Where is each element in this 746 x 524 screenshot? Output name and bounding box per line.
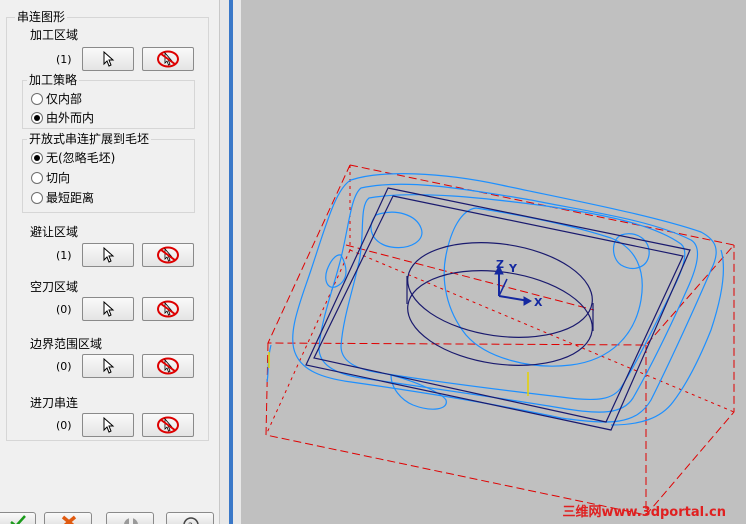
clear-selection-icon — [156, 50, 180, 68]
help-icon: ? — [167, 517, 213, 524]
avoid-region-clear-button[interactable] — [142, 243, 194, 267]
air-region-label: 空刀区域 — [30, 280, 79, 294]
arrow-select-icon — [101, 358, 115, 374]
air-region-select-button[interactable] — [82, 297, 134, 321]
cancel-x-icon — [45, 515, 91, 524]
open-chain-option-label: 无(忽略毛坯) — [46, 151, 116, 165]
radio-button[interactable] — [31, 172, 43, 184]
strategy-option-inside-only[interactable]: 仅内部 — [31, 92, 82, 106]
avoid-region-count: (1) — [56, 249, 72, 262]
clear-selection-icon — [156, 357, 180, 375]
boundary-region-label: 边界范围区域 — [30, 337, 103, 351]
open-chain-option-label: 最短距离 — [46, 191, 95, 205]
avoid-region-select-button[interactable] — [82, 243, 134, 267]
radio-button-selected[interactable] — [31, 112, 43, 124]
strategy-option-label: 由外而内 — [46, 111, 95, 125]
part-contours — [266, 173, 724, 426]
open-chain-option-shortest[interactable]: 最短距离 — [31, 191, 94, 205]
site-watermark: 三维网www.3dportal.cn — [562, 505, 726, 520]
ok-button[interactable] — [0, 512, 36, 524]
clear-selection-icon — [156, 246, 180, 264]
boundary-region-count: (0) — [56, 360, 72, 373]
strategy-title: 加工策略 — [27, 73, 80, 87]
clear-selection-icon — [156, 416, 180, 434]
chain-geometry-title: 串连图形 — [15, 10, 68, 24]
help-button[interactable]: ? — [166, 512, 214, 524]
arrow-select-icon — [101, 51, 115, 67]
machining-region-count: (1) — [56, 53, 72, 66]
axis-x-label: X — [534, 296, 543, 309]
entry-chain-clear-button[interactable] — [142, 413, 194, 437]
cancel-button[interactable] — [44, 512, 92, 524]
apply-circle-icon — [107, 518, 153, 524]
arrow-select-icon — [101, 247, 115, 263]
open-chain-option-label: 切向 — [46, 171, 71, 185]
air-region-clear-button[interactable] — [142, 297, 194, 321]
radio-button[interactable] — [31, 192, 43, 204]
arrow-select-icon — [101, 301, 115, 317]
open-chain-option-none[interactable]: 无(忽略毛坯) — [31, 151, 115, 165]
axis-z-label: Z — [496, 258, 504, 271]
part-3d-view: Z Y X — [265, 164, 735, 516]
entry-chain-count: (0) — [56, 419, 72, 432]
apply-button[interactable] — [106, 512, 154, 524]
boundary-region-select-button[interactable] — [82, 354, 134, 378]
entry-chain-select-button[interactable] — [82, 413, 134, 437]
graphics-viewport[interactable]: Z Y X 三维网www.3dportal.cn — [241, 0, 746, 524]
boundary-region-clear-button[interactable] — [142, 354, 194, 378]
machining-region-select-button[interactable] — [82, 47, 134, 71]
clear-selection-icon — [156, 300, 180, 318]
open-chain-title: 开放式串连扩展到毛坯 — [27, 132, 152, 146]
ok-check-icon — [0, 515, 35, 524]
toolpath-parameters-panel: 串连图形 加工区域 (1) 加工策略 仅内部 由外而内 开放式串连扩展到毛坯 无… — [0, 0, 219, 524]
entry-chain-label: 进刀串连 — [30, 396, 79, 410]
panel-splitter[interactable] — [219, 0, 241, 524]
machining-region-clear-button[interactable] — [142, 47, 194, 71]
air-region-count: (0) — [56, 303, 72, 316]
machining-region-label: 加工区域 — [30, 28, 79, 42]
strategy-option-label: 仅内部 — [46, 92, 83, 106]
strategy-option-outside-in[interactable]: 由外而内 — [31, 111, 94, 125]
axis-y-label: Y — [508, 262, 518, 275]
open-chain-option-tangent[interactable]: 切向 — [31, 171, 70, 185]
avoid-region-label: 避让区域 — [30, 225, 79, 239]
arrow-select-icon — [101, 417, 115, 433]
radio-button-selected[interactable] — [31, 152, 43, 164]
radio-button[interactable] — [31, 93, 43, 105]
